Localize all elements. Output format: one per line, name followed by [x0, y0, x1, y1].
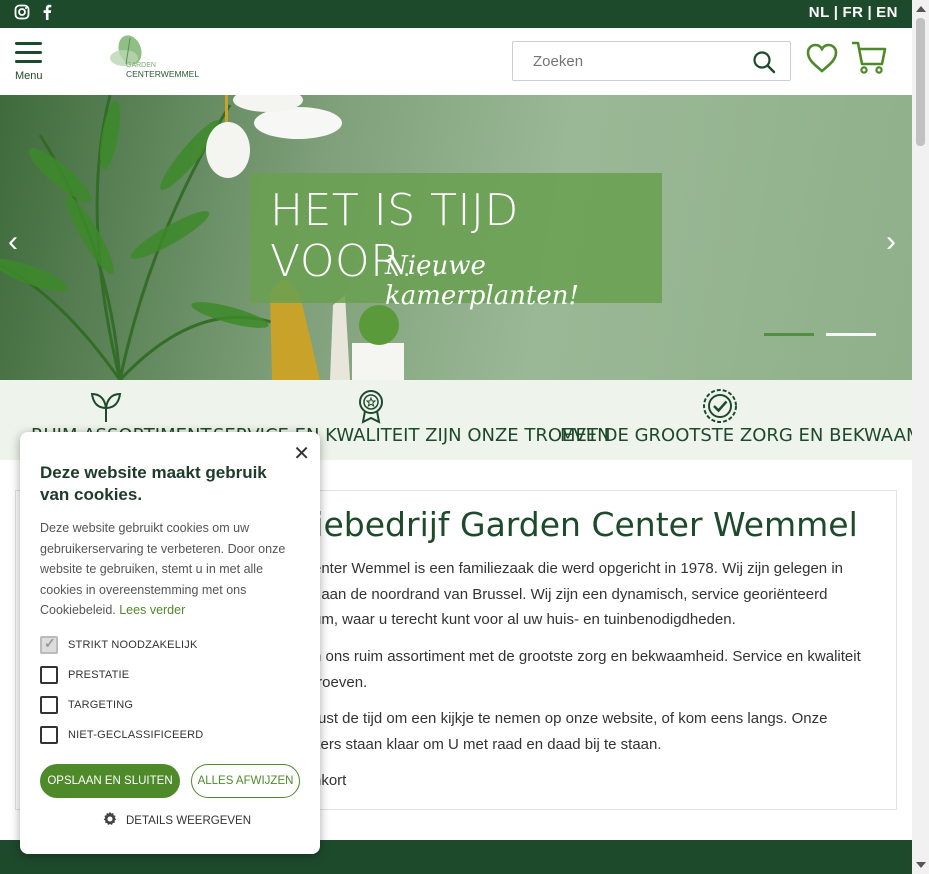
lang-separator: |	[833, 4, 839, 21]
site-logo[interactable]: GARDEN CENTERWEMMEL	[100, 34, 200, 86]
cookie-consent-dialog: ✕ Deze website maakt gebruik van cookies…	[20, 432, 320, 854]
cookie-read-more-link[interactable]: Lees verder	[119, 603, 185, 617]
language-switcher: NL | FR | EN	[809, 4, 898, 21]
about-paragraph-1-line-2: , aan de noordrand van Brussel. Wij zijn…	[313, 586, 828, 603]
hero-script-text: Nieuwe kamerplanten!	[385, 251, 579, 311]
top-bar: NL | FR | EN	[0, 0, 912, 28]
about-paragraph-3-line-2: kers staan klaar om U met raad en daad b…	[313, 736, 662, 753]
award-badge-icon	[356, 388, 386, 429]
hero-pagination	[764, 333, 876, 336]
about-paragraph-1-line-1: enter Wemmel is een familiezaak die werd…	[313, 560, 843, 577]
wishlist-heart-icon[interactable]	[805, 42, 839, 79]
gear-icon	[102, 811, 118, 830]
cookie-option-strictly-necessary: STRIKT NOODZAKELIJK	[40, 635, 198, 654]
cookie-option-label: TARGETING	[68, 699, 134, 711]
checkbox-targeting[interactable]	[40, 696, 58, 714]
scrollbar-thumb[interactable]	[916, 18, 925, 146]
details-label: DETAILS WEERGEVEN	[126, 814, 252, 827]
cookie-option-label: NIET-GECLASSIFICEERD	[68, 729, 204, 741]
hero-next-arrow-icon[interactable]: ›	[886, 225, 896, 259]
scroll-down-icon[interactable]	[916, 862, 926, 868]
lang-fr[interactable]: FR	[842, 4, 863, 21]
logo-text-garden: GARDEN	[126, 62, 156, 69]
reject-all-button[interactable]: ALLES AFWIJZEN	[191, 764, 300, 798]
about-paragraph-1-line-3: um, waar u terecht kunt voor al uw huis-…	[313, 611, 736, 628]
cookie-option-label: STRIKT NOODZAKELIJK	[68, 639, 198, 651]
facebook-icon[interactable]	[42, 4, 52, 25]
lang-en[interactable]: EN	[876, 4, 898, 21]
checkbox-unclassified[interactable]	[40, 726, 58, 744]
hero-prev-arrow-icon[interactable]: ‹	[8, 225, 18, 259]
cookie-description: Deze website gebruikt cookies om uw gebr…	[40, 518, 302, 621]
about-paragraph-4: nkort	[313, 772, 347, 789]
show-details-link[interactable]: DETAILS WEERGEVEN	[102, 811, 251, 830]
logo-text-center: CENTERWEMMEL	[126, 69, 199, 79]
lang-separator: |	[867, 4, 873, 21]
shopping-cart-icon[interactable]	[850, 40, 888, 81]
checkbox-performance[interactable]	[40, 666, 58, 684]
cookie-option-label: PRESTATIE	[68, 669, 130, 681]
about-paragraph-2-line-2: troeven.	[313, 674, 368, 691]
cookie-title: Deze website maakt gebruik van cookies.	[40, 463, 267, 504]
search-icon[interactable]	[752, 50, 776, 79]
save-and-close-button[interactable]: OPSLAAN EN SLUITEN	[40, 764, 180, 798]
hero-slider: HET IS TIJD VOOR... Nieuwe kamerplanten!…	[0, 95, 912, 380]
menu-button[interactable]: Menu	[15, 42, 43, 82]
instagram-icon[interactable]	[14, 4, 30, 25]
usp-care-expertise: MET DE GROOTSTE ZORG EN BEKWAAMHEID	[560, 425, 929, 446]
checkbox-strictly-necessary	[40, 635, 58, 654]
cookie-option-targeting[interactable]: TARGETING	[40, 696, 133, 714]
menu-label: Menu	[15, 70, 43, 82]
slide-indicator-1[interactable]	[764, 333, 814, 336]
social-links	[14, 4, 52, 25]
scroll-up-icon[interactable]	[916, 6, 926, 12]
cookie-option-performance[interactable]: PRESTATIE	[40, 666, 129, 684]
about-paragraph-3-line-1: rust de tijd om een kijkje te nemen op o…	[313, 710, 828, 727]
about-paragraph-2-line-1: n ons ruim assortiment met de grootste z…	[313, 648, 861, 665]
hero-text-overlay: HET IS TIJD VOOR... Nieuwe kamerplanten!	[250, 173, 662, 311]
site-header: Menu GARDEN CENTERWEMMEL	[0, 28, 912, 95]
search-box	[512, 41, 791, 81]
slide-indicator-2[interactable]	[826, 333, 876, 336]
lang-nl[interactable]: NL	[809, 4, 830, 21]
cookie-option-unclassified[interactable]: NIET-GECLASSIFICEERD	[40, 726, 203, 744]
search-input[interactable]	[513, 42, 733, 80]
check-badge-icon	[702, 388, 738, 429]
plant-sprout-icon	[88, 388, 124, 429]
page-scrollbar[interactable]	[912, 0, 929, 874]
